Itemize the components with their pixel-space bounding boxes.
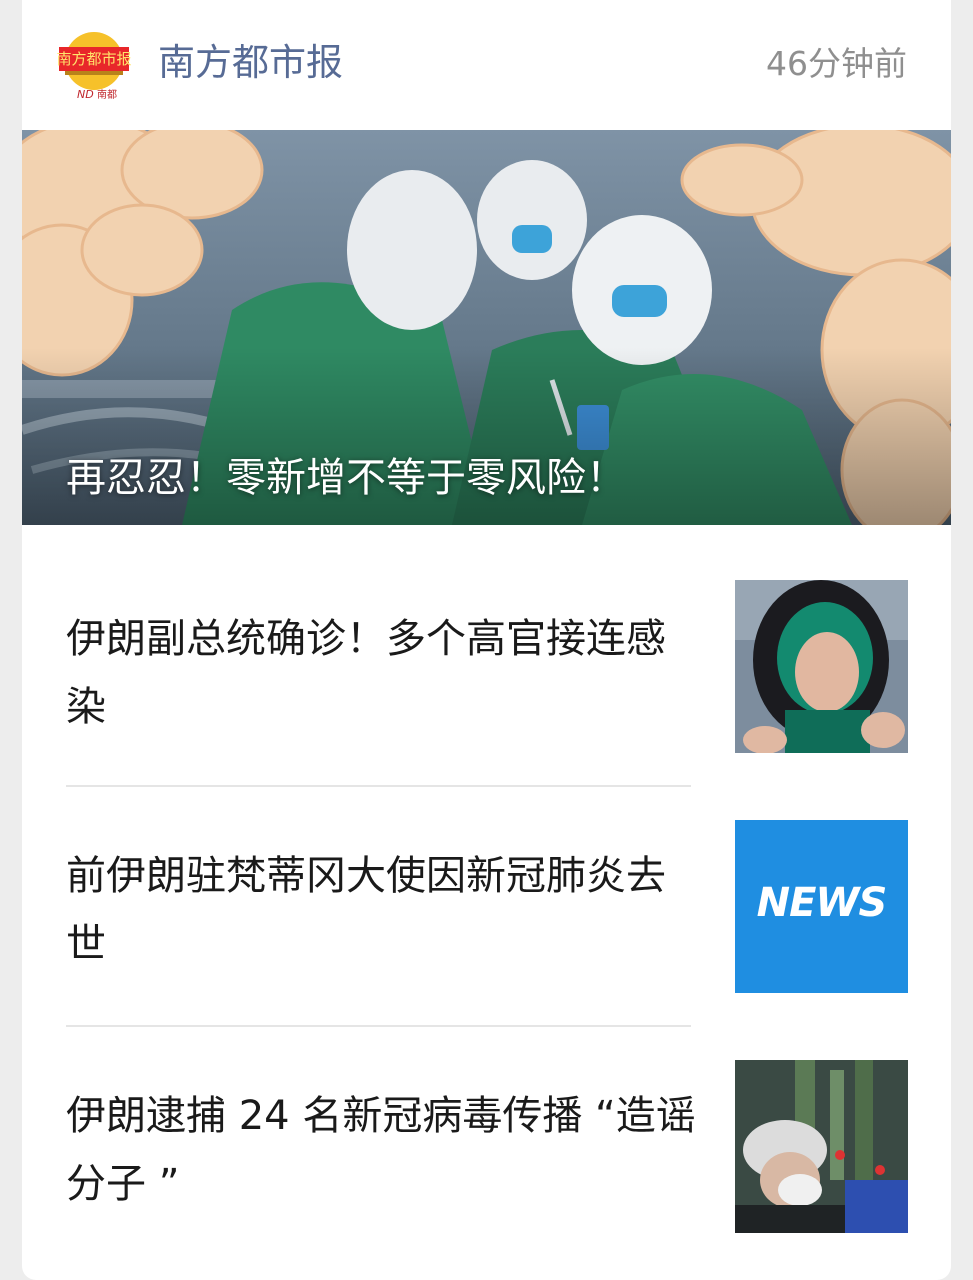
hero-article[interactable]: 再忍忍！零新增不等于零风险！ bbox=[22, 130, 951, 525]
article-item[interactable]: 伊朗逮捕 24 名新冠病毒传播 “造谣分子 ” bbox=[22, 1027, 951, 1267]
card-header: 南方都市报 ND 南都 南方都市报 46分钟前 bbox=[22, 0, 951, 130]
article-thumbnail bbox=[735, 1060, 908, 1233]
svg-text:ND: ND bbox=[77, 88, 94, 101]
article-card: 南方都市报 ND 南都 南方都市报 46分钟前 再忍忍！零新增不等于零风险！ 伊… bbox=[22, 0, 951, 1280]
hero-title: 再忍忍！零新增不等于零风险！ bbox=[66, 455, 626, 501]
account-name[interactable]: 南方都市报 bbox=[158, 36, 343, 90]
article-item[interactable]: 伊朗副总统确诊！多个高官接连感染 bbox=[22, 545, 951, 785]
article-title: 伊朗逮捕 24 名新冠病毒传播 “造谣分子 ” bbox=[66, 1093, 696, 1207]
article-item[interactable]: 前伊朗驻梵蒂冈大使因新冠肺炎去世 NEWS bbox=[22, 787, 951, 1027]
article-thumbnail bbox=[735, 580, 908, 753]
article-title: 伊朗副总统确诊！多个高官接连感染 bbox=[66, 616, 666, 730]
publish-time: 46分钟前 bbox=[766, 44, 907, 83]
news-placeholder-text: NEWS bbox=[756, 880, 888, 926]
publisher-logo[interactable]: 南方都市报 ND 南都 bbox=[55, 31, 133, 101]
svg-text:南都: 南都 bbox=[97, 88, 117, 101]
svg-text:南方都市报: 南方都市报 bbox=[56, 50, 131, 68]
article-thumbnail: NEWS bbox=[735, 820, 908, 993]
article-title: 前伊朗驻梵蒂冈大使因新冠肺炎去世 bbox=[66, 853, 666, 967]
